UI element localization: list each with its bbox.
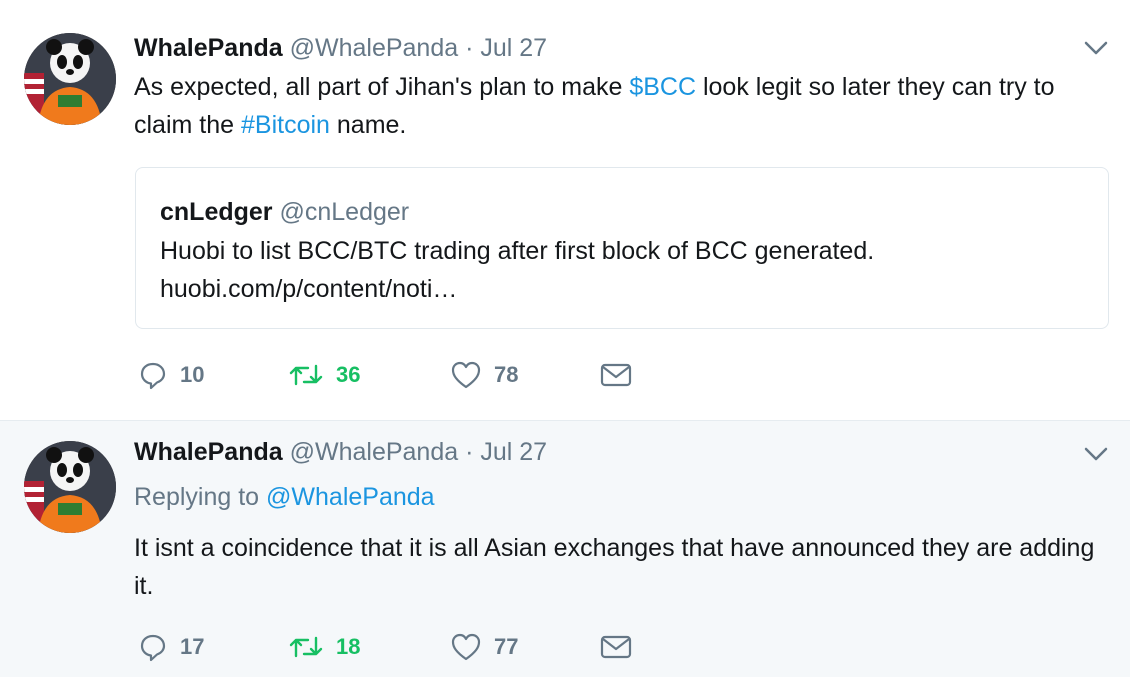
- replying-to-label: Replying to: [134, 483, 267, 511]
- replying-to-handle[interactable]: @WhalePanda: [266, 483, 435, 511]
- tweet-header: WhalePanda @WhalePanda · Jul 27: [134, 34, 547, 63]
- tweet-text: As expected, all part of Jihan's plan to…: [134, 68, 1114, 144]
- retweet-button[interactable]: 18: [288, 630, 360, 664]
- retweet-icon: [288, 632, 324, 662]
- like-button[interactable]: 78: [450, 358, 518, 392]
- like-count: 77: [494, 634, 519, 659]
- chevron-down-icon[interactable]: [1084, 40, 1108, 56]
- tweet-text: It isnt a coincidence that it is all Asi…: [134, 534, 1095, 600]
- direct-message-icon: [600, 633, 632, 661]
- tweet-actions: 10 36 78: [138, 358, 658, 392]
- username[interactable]: @WhalePanda: [290, 34, 459, 62]
- tweet-reply[interactable]: WhalePanda @WhalePanda · Jul 27 Replying…: [0, 420, 1130, 677]
- quoted-tweet-text: Huobi to list BCC/BTC trading after firs…: [160, 232, 1090, 308]
- quoted-link-line: huobi.com/p/content/noti…: [160, 275, 458, 303]
- quoted-text-line: Huobi to list BCC/BTC trading after firs…: [160, 237, 875, 265]
- retweet-button[interactable]: 36: [288, 358, 360, 392]
- tweet[interactable]: WhalePanda @WhalePanda · Jul 27 As expec…: [0, 0, 1130, 420]
- avatar[interactable]: [24, 441, 116, 533]
- hashtag-link[interactable]: #Bitcoin: [241, 111, 330, 139]
- retweet-count: 36: [336, 362, 361, 387]
- display-name[interactable]: WhalePanda: [134, 438, 283, 466]
- display-name[interactable]: WhalePanda: [134, 34, 283, 62]
- separator: ·: [465, 34, 474, 62]
- text-segment: As expected, all part of Jihan's plan to…: [134, 73, 630, 101]
- reply-icon: [138, 360, 168, 390]
- cashtag-link[interactable]: $BCC: [629, 73, 696, 101]
- avatar[interactable]: [24, 33, 116, 125]
- separator: ·: [465, 438, 474, 466]
- direct-message-button[interactable]: [600, 358, 632, 392]
- reply-count: 10: [180, 362, 205, 387]
- quoted-display-name: cnLedger: [160, 198, 273, 226]
- tweet-actions: 17 18 77: [138, 630, 658, 664]
- replying-to: Replying to @WhalePanda: [134, 483, 435, 512]
- direct-message-icon: [600, 361, 632, 389]
- retweet-count: 18: [336, 634, 361, 659]
- reply-button[interactable]: 17: [138, 630, 204, 664]
- reply-count: 17: [180, 634, 205, 659]
- direct-message-button[interactable]: [600, 630, 632, 664]
- like-count: 78: [494, 362, 519, 387]
- username[interactable]: @WhalePanda: [290, 438, 459, 466]
- tweet-header: WhalePanda @WhalePanda · Jul 27: [134, 438, 547, 467]
- retweet-icon: [288, 360, 324, 390]
- quoted-tweet[interactable]: cnLedger @cnLedger Huobi to list BCC/BTC…: [135, 167, 1109, 329]
- quoted-username: @cnLedger: [279, 198, 410, 226]
- timestamp[interactable]: Jul 27: [480, 34, 547, 62]
- text-segment: name.: [329, 111, 407, 139]
- like-icon: [450, 632, 482, 662]
- reply-icon: [138, 632, 168, 662]
- quoted-tweet-header: cnLedger @cnLedger: [160, 198, 409, 227]
- timestamp[interactable]: Jul 27: [480, 438, 547, 466]
- like-button[interactable]: 77: [450, 630, 518, 664]
- reply-button[interactable]: 10: [138, 358, 204, 392]
- like-icon: [450, 360, 482, 390]
- chevron-down-icon[interactable]: [1084, 446, 1108, 462]
